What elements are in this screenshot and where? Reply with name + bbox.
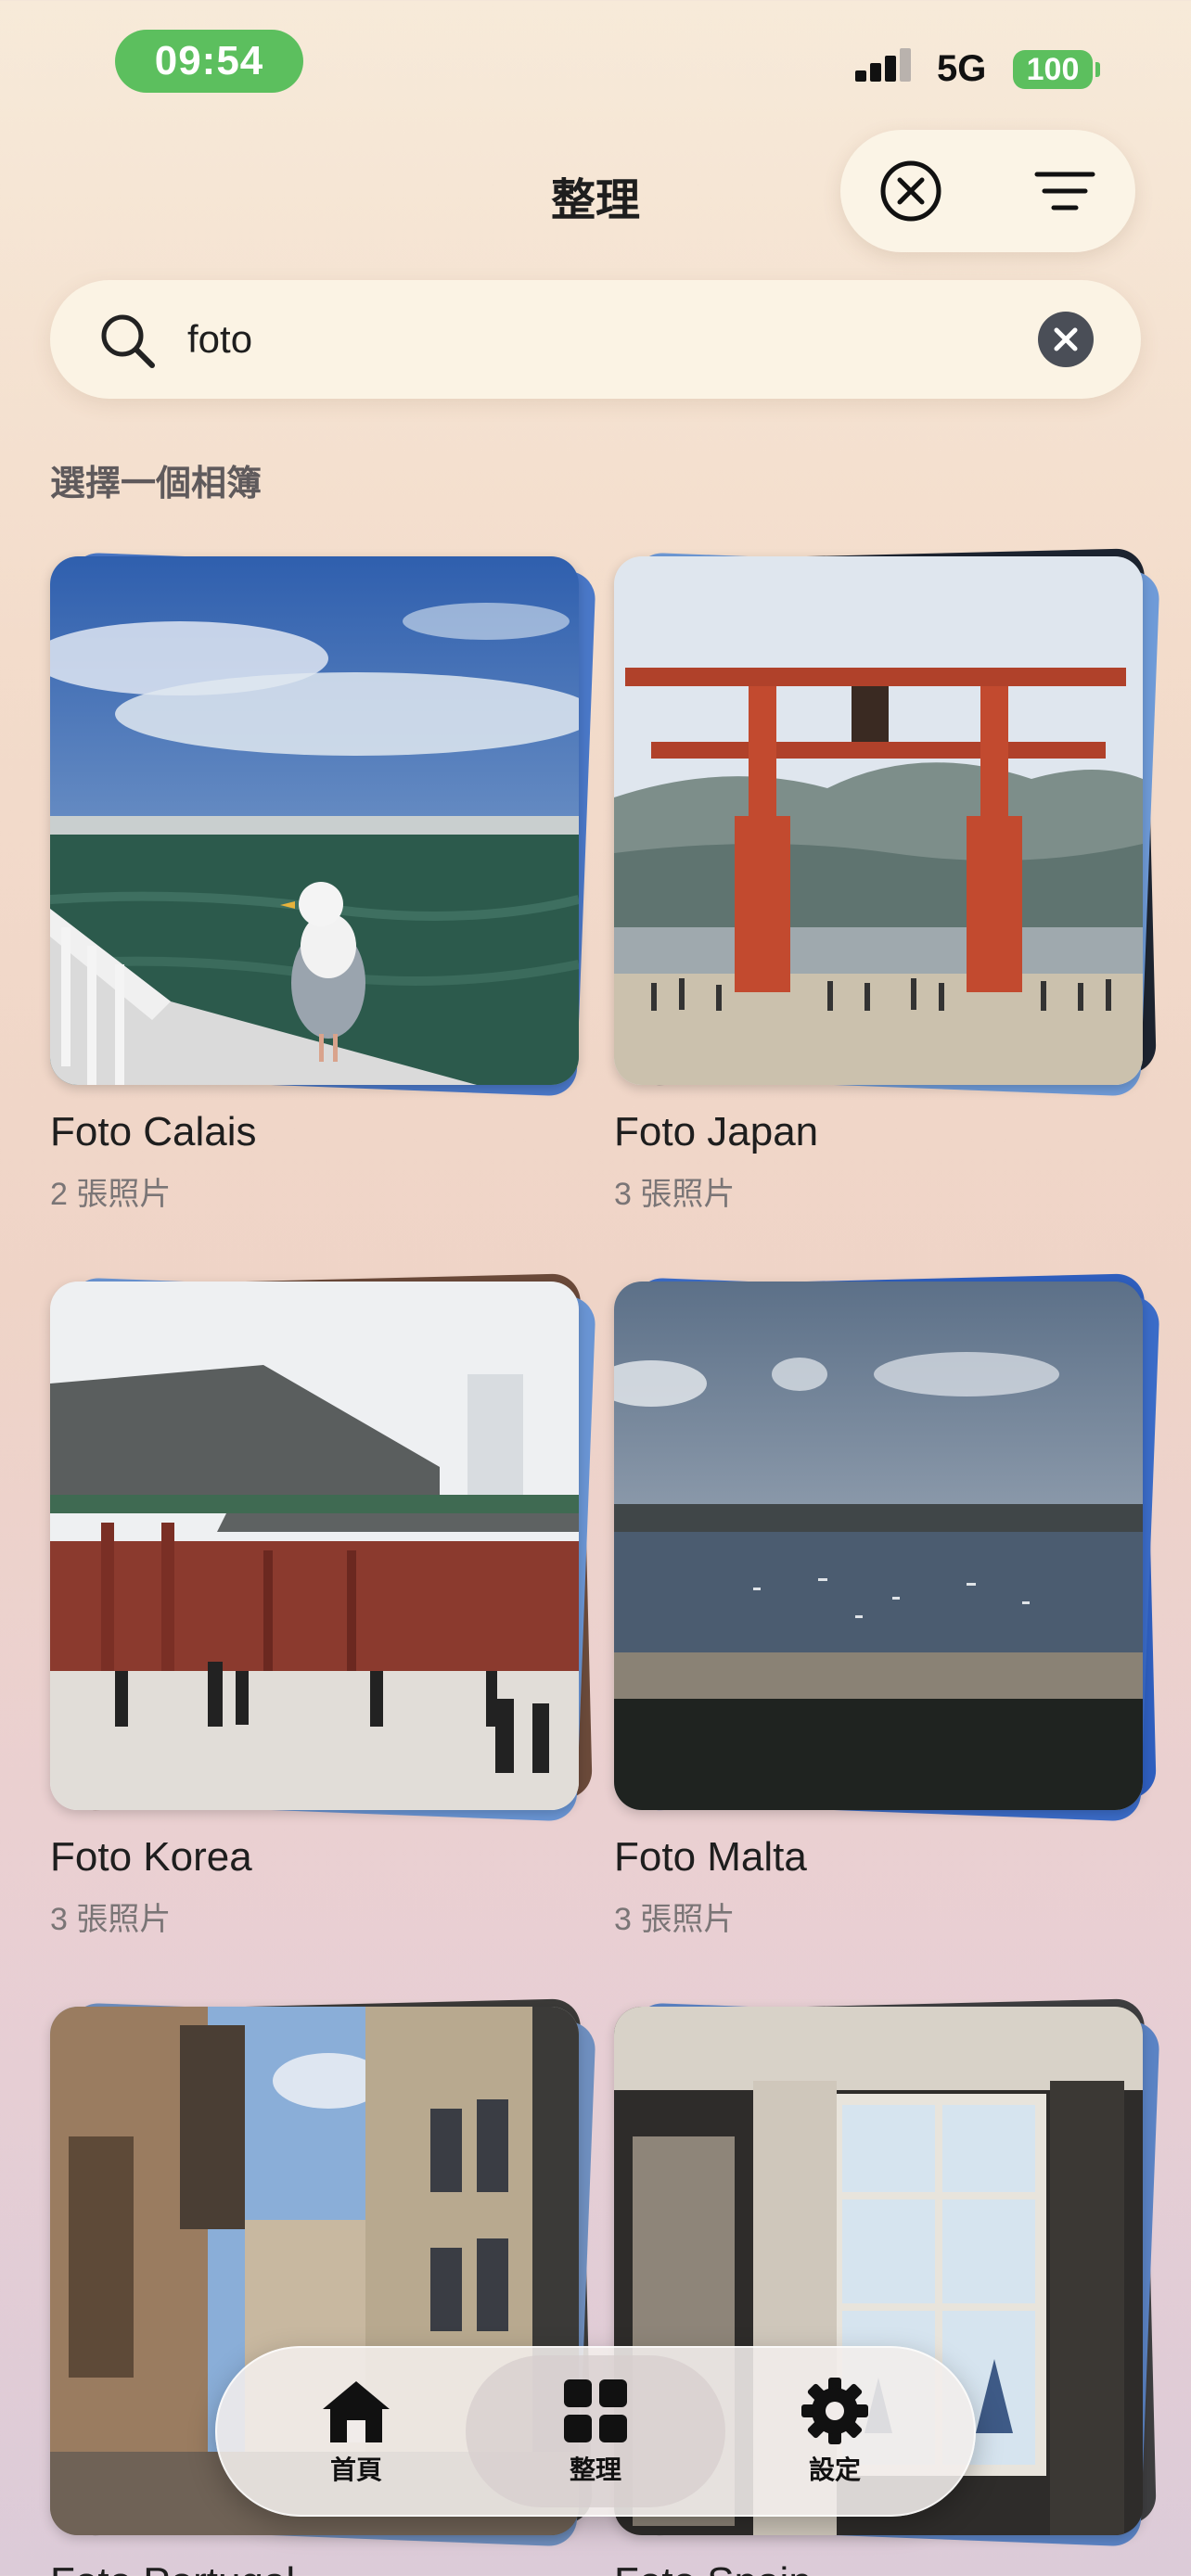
- album-thumbnail-stack[interactable]: [614, 1273, 1160, 1822]
- tab-bar: 首頁 整理 設定: [215, 2346, 976, 2517]
- album-cover-photo: [614, 556, 1143, 1085]
- album-cover-photo: [614, 1282, 1143, 1810]
- search-icon: [101, 314, 155, 368]
- album-card[interactable]: Foto Calais 2 張照片: [50, 552, 596, 1212]
- album-photo-count: 2 張照片: [50, 1177, 172, 1212]
- album-name: Foto Calais: [50, 1109, 257, 1154]
- album-card[interactable]: Foto Malta 3 張照片: [614, 1273, 1160, 1937]
- filter-button[interactable]: [1028, 154, 1102, 228]
- album-name: Foto Korea: [50, 1834, 252, 1880]
- album-thumbnail-stack[interactable]: [50, 552, 596, 1097]
- album-photo-count: 3 張照片: [614, 1902, 736, 1937]
- album-photo-count: 3 張照片: [614, 1177, 736, 1212]
- album-cover-photo: [50, 1282, 579, 1810]
- album-photo-count: 3 張照片: [50, 1902, 172, 1937]
- album-cover-photo: [50, 556, 579, 1085]
- album-name: Foto Spain: [614, 2559, 812, 2576]
- search-bar: [50, 280, 1141, 399]
- gear-icon: [801, 2378, 868, 2444]
- search-input[interactable]: [187, 308, 1022, 371]
- battery-indicator: 100: [1013, 50, 1100, 89]
- clear-search-icon[interactable]: [1036, 310, 1095, 369]
- header-actions: [840, 130, 1135, 252]
- album-name: Foto Malta: [614, 1834, 807, 1880]
- tab-organize[interactable]: 整理: [466, 2355, 725, 2507]
- close-circle-icon: [880, 160, 941, 222]
- status-time: 09:54: [115, 30, 303, 93]
- tab-label: 整理: [569, 2455, 621, 2484]
- grid-icon: [564, 2379, 627, 2442]
- house-icon: [323, 2381, 390, 2442]
- close-button[interactable]: [874, 154, 948, 228]
- tab-label: 設定: [808, 2455, 861, 2484]
- section-label: 選擇一個相簿: [50, 465, 263, 504]
- signal-icon: [855, 48, 911, 82]
- album-card[interactable]: Foto Japan 3 張照片: [614, 548, 1160, 1212]
- album-thumbnail-stack[interactable]: [614, 548, 1160, 1097]
- tab-label: 首頁: [329, 2455, 382, 2484]
- tab-settings[interactable]: 設定: [705, 2355, 965, 2507]
- filter-lines-icon: [1034, 172, 1095, 210]
- album-thumbnail-stack[interactable]: [50, 1273, 596, 1822]
- album-card[interactable]: Foto Korea 3 張照片: [50, 1273, 596, 1937]
- album-name: Foto Portugal: [50, 2559, 295, 2576]
- network-type: 5G: [937, 48, 987, 89]
- tab-home[interactable]: 首頁: [226, 2355, 486, 2507]
- album-name: Foto Japan: [614, 1109, 819, 1154]
